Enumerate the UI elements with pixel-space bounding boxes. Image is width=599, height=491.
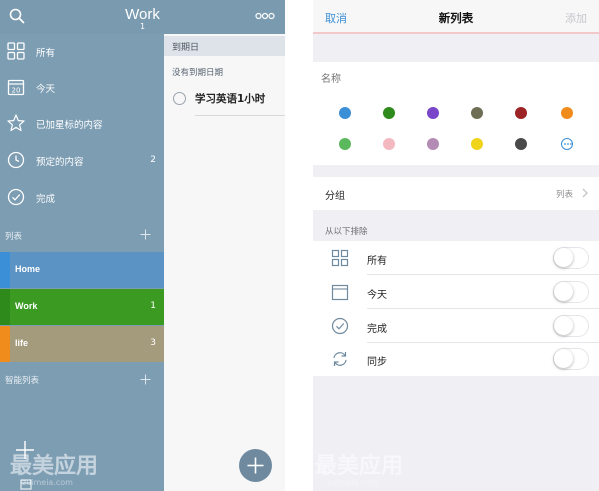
color-swatch[interactable]: [427, 107, 439, 119]
sidebar-item-completed[interactable]: 完成: [0, 180, 164, 216]
list-item-label: Home: [15, 264, 41, 274]
exclude-toggle[interactable]: [553, 348, 589, 370]
sidebar-item-count: 2: [150, 155, 156, 165]
ellipsis-icon: [563, 143, 572, 145]
exclude-row-completed: 完成: [313, 309, 599, 343]
sidebar-item-today[interactable]: 20 今天: [0, 70, 164, 106]
lists-section-header: 列表: [5, 232, 23, 242]
watermark-url: zuimeia.com: [22, 478, 73, 487]
calendar-icon: 20: [7, 79, 25, 96]
task-title: 学习英语1小时: [195, 93, 266, 105]
grid-icon: [7, 42, 25, 60]
toggle-knob: [554, 349, 573, 368]
watermark-url: zuimeia.com: [327, 478, 378, 487]
group-value: 列表: [555, 190, 573, 200]
check-circle-icon: [7, 188, 25, 206]
exclude-toggle[interactable]: [553, 315, 589, 337]
left-screen: 所有 20 今天 已加星标的内容 预定的内容 2 完成 列表 Home Work…: [0, 0, 285, 491]
exclude-card: 所有 今天 完成 同步: [313, 241, 599, 376]
exclude-label: 同步: [367, 357, 387, 368]
exclude-row-today: 今天: [313, 275, 599, 309]
add-task-button[interactable]: [239, 449, 272, 482]
exclude-label: 今天: [367, 290, 387, 301]
color-swatch[interactable]: [471, 138, 483, 150]
color-swatch[interactable]: [427, 138, 439, 150]
watermark: 最美应用: [10, 454, 99, 479]
exclude-toggle[interactable]: [553, 247, 589, 269]
grid-icon: [331, 249, 349, 267]
sidebar-item-all[interactable]: 所有: [0, 34, 164, 70]
list-color-bar: [0, 326, 10, 362]
add-list-icon[interactable]: [140, 229, 151, 240]
sidebar: 所有 20 今天 已加星标的内容 预定的内容 2 完成 列表 Home Work…: [0, 0, 164, 491]
list-item-home[interactable]: Home: [0, 252, 164, 288]
sidebar-item-label: 完成: [36, 194, 56, 205]
watermark: 最美应用: [315, 454, 404, 479]
star-icon: [7, 114, 25, 132]
color-swatch[interactable]: [383, 107, 395, 119]
more-icon[interactable]: [255, 11, 275, 21]
page-title: 新列表: [438, 11, 474, 25]
task-checkbox[interactable]: [173, 92, 186, 105]
list-item-life[interactable]: life 3: [0, 326, 164, 362]
background-area: 最美应用 zuimeia.com: [313, 376, 599, 491]
top-bar: Work 1: [0, 0, 285, 34]
list-item-label: Work: [15, 301, 38, 311]
sidebar-item-starred[interactable]: 已加星标的内容: [0, 106, 164, 142]
toggle-knob: [554, 282, 573, 301]
toggle-knob: [554, 248, 573, 267]
task-subheader: 没有到期日期: [172, 68, 224, 78]
group-row[interactable]: 分组 列表: [313, 177, 599, 210]
list-name-input[interactable]: [313, 62, 599, 96]
more-colors-icon[interactable]: [561, 138, 573, 150]
list-item-label: life: [15, 338, 29, 348]
svg-text:20: 20: [12, 87, 21, 95]
exclude-label: 完成: [367, 324, 387, 335]
exclude-toggle[interactable]: [553, 281, 589, 303]
sidebar-item-label: 预定的内容: [36, 157, 84, 168]
list-color-bar: [0, 289, 10, 325]
color-swatch[interactable]: [515, 138, 527, 150]
list-item-work[interactable]: Work 1: [0, 289, 164, 325]
right-screen: 取消 新列表 添加 分组 列表 从以下排除 所有: [313, 0, 599, 491]
task-section-title: 到期日: [172, 43, 200, 53]
color-swatch[interactable]: [339, 138, 351, 150]
calendar-icon: [331, 284, 349, 301]
toggle-knob: [554, 316, 573, 335]
name-and-color-card: [313, 62, 599, 165]
exclude-row-all: 所有: [313, 241, 599, 275]
group-label: 分组: [325, 191, 345, 202]
task-row[interactable]: 学习英语1小时: [164, 84, 285, 116]
exclude-row-sync: 同步: [313, 342, 599, 376]
clock-icon: [7, 151, 25, 169]
color-swatch[interactable]: [383, 138, 395, 150]
spacer: [313, 36, 599, 62]
sidebar-item-label: 今天: [36, 84, 56, 95]
color-swatch[interactable]: [561, 107, 573, 119]
plus-icon: [247, 457, 264, 474]
task-section-header: 到期日: [164, 36, 285, 56]
color-swatch[interactable]: [471, 107, 483, 119]
list-color-bar: [0, 252, 10, 288]
chevron-right-icon: [582, 188, 588, 198]
sidebar-item-scheduled[interactable]: 预定的内容 2: [0, 143, 164, 179]
list-title-count: 1: [139, 22, 146, 31]
list-item-count: 3: [150, 338, 156, 348]
check-circle-icon: [331, 317, 349, 335]
sync-icon: [333, 352, 347, 366]
list-title: Work: [125, 6, 160, 23]
exclude-section-header: 从以下排除: [325, 227, 368, 237]
exclude-label: 所有: [367, 256, 387, 267]
smart-lists-section-header: 智能列表: [5, 376, 40, 386]
color-swatch[interactable]: [339, 107, 351, 119]
sidebar-item-label: 已加星标的内容: [36, 120, 103, 131]
color-swatch[interactable]: [515, 107, 527, 119]
divider: [195, 115, 285, 116]
add-smart-list-icon[interactable]: [140, 374, 151, 385]
list-item-count: 1: [150, 301, 156, 311]
add-button[interactable]: 添加: [565, 10, 587, 26]
sidebar-item-label: 所有: [36, 48, 56, 59]
nav-bar: 取消 新列表 添加: [313, 0, 599, 34]
